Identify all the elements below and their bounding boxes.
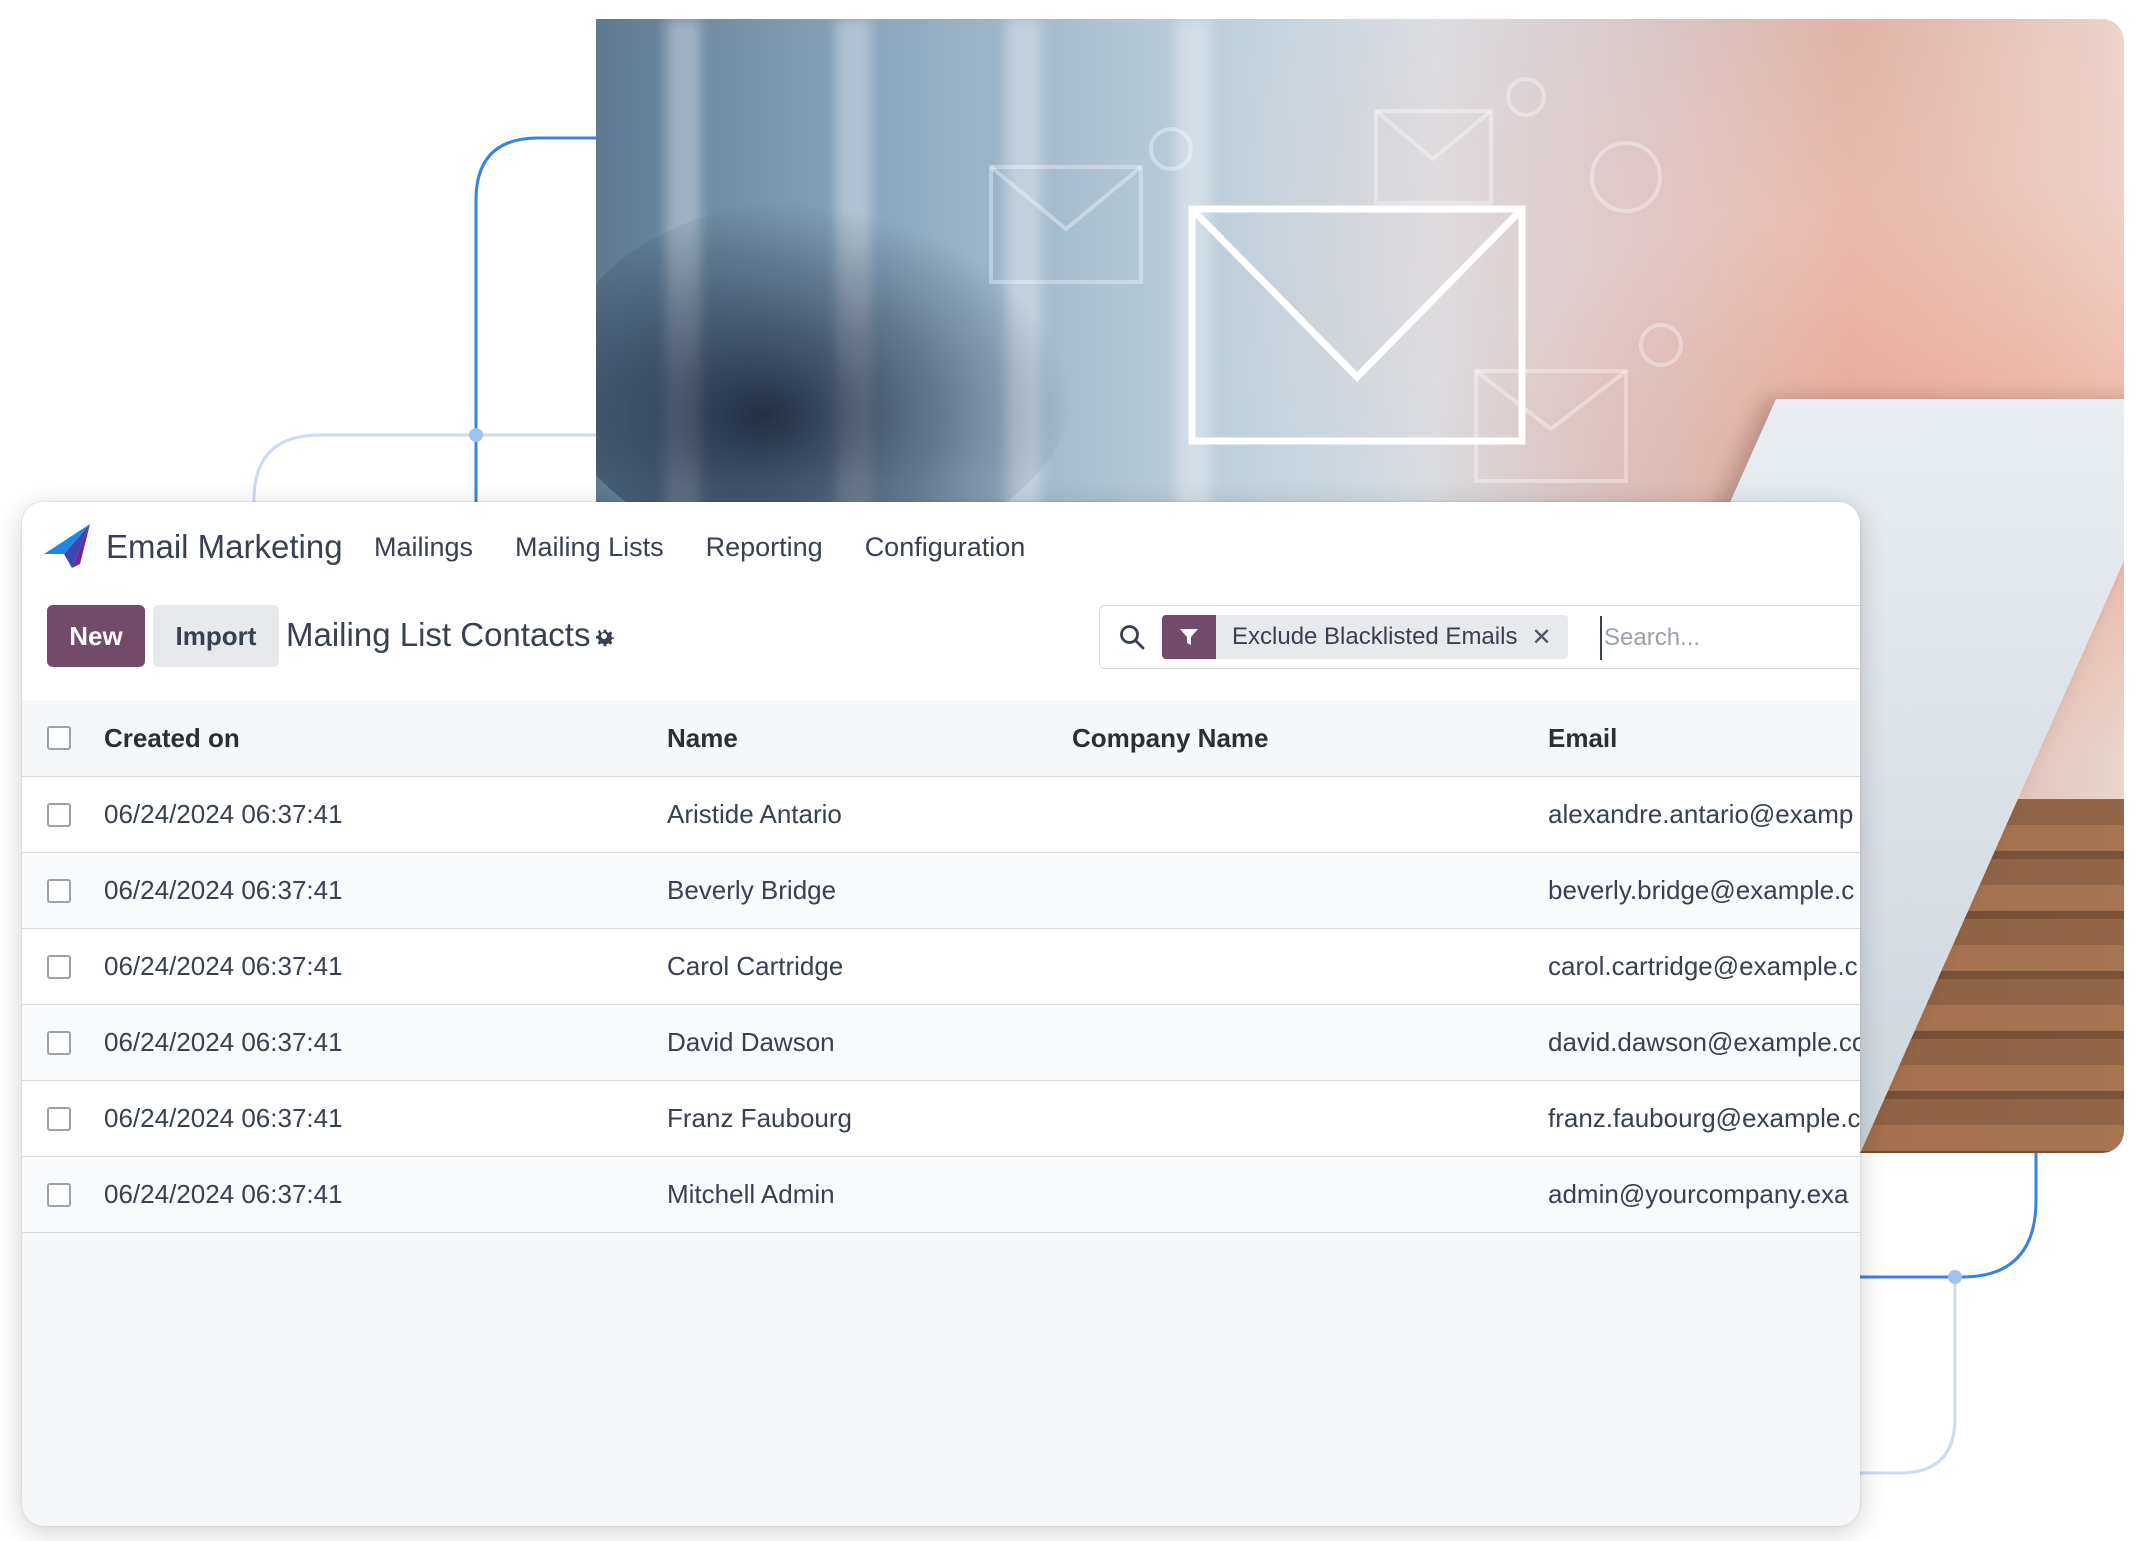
table-row[interactable]: 06/24/2024 06:37:41 Mitchell Admin admin… [22,1157,1860,1233]
row-checkbox[interactable] [47,1030,71,1055]
select-all-checkbox[interactable] [47,726,71,750]
table-row[interactable]: 06/24/2024 06:37:41 David Dawson david.d… [22,1005,1860,1081]
row-checkbox-cell[interactable] [47,853,77,928]
row-checkbox[interactable] [47,1106,71,1131]
column-email[interactable]: Email [1548,700,1617,776]
row-checkbox[interactable] [47,954,71,979]
cell-created-on: 06/24/2024 06:37:41 [104,1103,343,1133]
filter-icon [1162,615,1216,659]
menu-reporting[interactable]: Reporting [706,526,823,568]
search-input[interactable] [1600,616,1860,660]
cell-name: Beverly Bridge [667,875,837,905]
row-checkbox[interactable] [47,878,71,903]
cell-created-on: 06/24/2024 06:37:41 [104,799,343,829]
cell-email: david.dawson@example.co [1548,1027,1860,1057]
cell-email: admin@yourcompany.exa [1548,1179,1849,1209]
facet-label: Exclude Blacklisted Emails [1232,623,1518,650]
search-bar[interactable]: Exclude Blacklisted Emails ✕ [1099,605,1860,669]
column-created-on[interactable]: Created on [104,700,240,776]
menu-configuration[interactable]: Configuration [865,526,1026,568]
column-company-name[interactable]: Company Name [1072,700,1269,776]
top-navbar: Email Marketing Mailings Mailing Lists R… [22,502,1860,592]
table-row[interactable]: 06/24/2024 06:37:41 Beverly Bridge bever… [22,853,1860,929]
cell-name: Carol Cartridge [667,951,844,981]
cell-name: Franz Faubourg [667,1103,852,1133]
table-row[interactable]: 06/24/2024 06:37:41 Carol Cartridge caro… [22,929,1860,1005]
cell-email: alexandre.antario@examp [1548,799,1854,829]
table-header: Created on Name Company Name Email [22,700,1860,777]
import-button[interactable]: Import [153,605,279,667]
menu-mailing-lists[interactable]: Mailing Lists [515,526,664,568]
row-checkbox-cell[interactable] [47,1157,77,1232]
cell-name: David Dawson [667,1027,835,1057]
contacts-table: Created on Name Company Name Email 06/24… [22,700,1860,1233]
search-facet: Exclude Blacklisted Emails ✕ [1162,615,1568,659]
row-checkbox-cell[interactable] [47,1005,77,1080]
cell-name: Aristide Antario [667,799,842,829]
row-checkbox-cell[interactable] [47,1081,77,1156]
app-window: Email Marketing Mailings Mailing Lists R… [22,502,1860,1526]
main-menu: Mailings Mailing Lists Reporting Configu… [374,526,1025,568]
row-checkbox[interactable] [47,1182,71,1207]
table-body: 06/24/2024 06:37:41 Aristide Antario ale… [22,777,1860,1233]
menu-mailings[interactable]: Mailings [374,526,473,568]
cell-created-on: 06/24/2024 06:37:41 [104,1179,343,1209]
gear-icon[interactable] [592,624,616,648]
close-icon[interactable]: ✕ [1531,615,1567,659]
app-name[interactable]: Email Marketing [106,524,343,570]
cell-email: franz.faubourg@example.c [1548,1103,1860,1133]
table-row[interactable]: 06/24/2024 06:37:41 Aristide Antario ale… [22,777,1860,853]
envelope-icon [1188,205,1526,445]
row-checkbox[interactable] [47,802,71,827]
row-checkbox-cell[interactable] [47,777,77,852]
cell-created-on: 06/24/2024 06:37:41 [104,1027,343,1057]
paper-plane-icon[interactable] [44,524,90,568]
new-button[interactable]: New [47,605,145,667]
control-panel: New Import Mailing List Contacts Exclude… [22,592,1860,701]
cell-created-on: 06/24/2024 06:37:41 [104,951,343,981]
select-all-checkbox-cell[interactable] [47,700,77,776]
cell-email: carol.cartridge@example.c [1548,951,1858,981]
page-title: Mailing List Contacts [286,616,591,653]
table-row[interactable]: 06/24/2024 06:37:41 Franz Faubourg franz… [22,1081,1860,1157]
row-checkbox-cell[interactable] [47,929,77,1004]
cell-created-on: 06/24/2024 06:37:41 [104,875,343,905]
search-icon[interactable] [1118,623,1146,651]
cell-name: Mitchell Admin [667,1179,835,1209]
cell-email: beverly.bridge@example.c [1548,875,1855,905]
column-name[interactable]: Name [667,700,738,776]
